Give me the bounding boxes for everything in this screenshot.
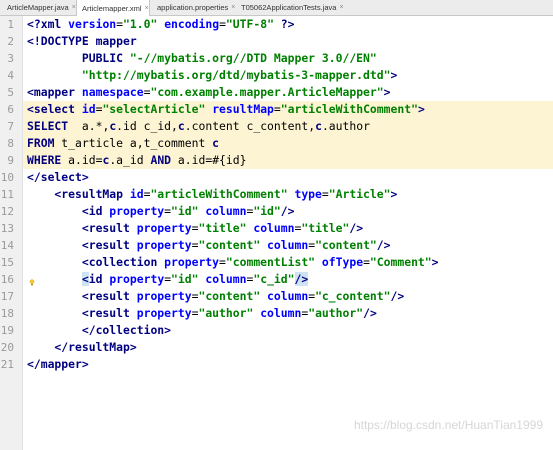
code-line-7: SELECT a.*,c.id c_id,c.content c_content… [27, 119, 370, 133]
code-line-5: <mapper namespace="com.example.mapper.Ar… [27, 85, 391, 99]
tab-label: ArticleMapper.java [7, 3, 69, 12]
line-number: 6 [7, 103, 14, 116]
line-number: 20 [0, 341, 14, 354]
line-number: 18 [0, 307, 14, 320]
line-number: 2 [7, 35, 14, 48]
line-number: 15 [0, 256, 14, 269]
tab-label: Articlemapper.xml [82, 3, 142, 13]
line-number: 16 [0, 273, 14, 286]
line-number: 11 [0, 188, 14, 201]
code-line-6: <select id="selectArticle" resultMap="ar… [27, 102, 425, 116]
code-line-3: PUBLIC "-//mybatis.org//DTD Mapper 3.0//… [27, 51, 377, 65]
tab-applicationtests-java[interactable]: T05062ApplicationTests.java × [236, 0, 344, 15]
code-line-16: <id property="id" column="c_id"/> [81, 272, 309, 286]
tab-articlemapper-java[interactable]: ArticleMapper.java × [2, 0, 76, 15]
code-editor[interactable]: <?xml version="1.0" encoding="UTF-8" ?> … [23, 16, 553, 450]
close-icon[interactable]: × [145, 5, 149, 12]
line-number: 4 [7, 69, 14, 82]
line-number: 21 [0, 358, 14, 371]
code-line-11: <resultMap id="articleWithComment" type=… [27, 187, 398, 201]
tab-label: application.properties [157, 3, 229, 12]
line-number-gutter[interactable]: 1 2 3 4 5 6 7 8 9 10 11 12 13 14 15 16 1… [0, 16, 23, 450]
code-line-9: WHERE a.id=c.a_id AND a.id=#{id} [27, 153, 247, 167]
line-number: 1 [7, 18, 14, 31]
code-line-19: </collection> [27, 323, 172, 337]
line-number: 12 [0, 205, 14, 218]
line-number: 8 [7, 137, 14, 150]
watermark: https://blog.csdn.net/HuanTian1999 [353, 418, 543, 432]
code-line-12: <id property="id" column="id"/> [27, 204, 295, 218]
code-line-8: FROM t_article a,t_comment c [27, 136, 220, 150]
code-line-14: <result property="content" column="conte… [27, 238, 391, 252]
close-icon[interactable]: × [231, 4, 235, 11]
close-icon[interactable]: × [339, 4, 343, 11]
line-number: 17 [0, 290, 14, 303]
line-number: 3 [7, 52, 14, 65]
code-line-1: <?xml version="1.0" encoding="UTF-8" ?> [27, 17, 295, 31]
line-number: 5 [7, 86, 14, 99]
line-number: 7 [7, 120, 14, 133]
code-line-21: </mapper> [27, 357, 89, 371]
code-line-4: "http://mybatis.org/dtd/mybatis-3-mapper… [27, 68, 398, 82]
tab-label: T05062ApplicationTests.java [241, 3, 337, 12]
tab-application-properties[interactable]: application.properties × [152, 0, 235, 15]
line-number: 19 [0, 324, 14, 337]
line-number: 9 [7, 154, 14, 167]
code-line-13: <result property="title" column="title"/… [27, 221, 364, 235]
editor-tab-bar: ArticleMapper.java × Articlemapper.xml ×… [0, 0, 553, 16]
code-line-15: <collection property="commentList" ofTyp… [27, 255, 439, 269]
code-line-2: <!DOCTYPE mapper [27, 34, 137, 48]
line-number: 14 [0, 239, 14, 252]
tab-articlemapper-xml[interactable]: Articlemapper.xml × [76, 0, 150, 16]
line-number: 10 [0, 171, 14, 184]
line-number: 13 [0, 222, 14, 235]
code-line-20: </resultMap> [27, 340, 137, 354]
code-line-10: </select> [27, 170, 89, 184]
code-line-18: <result property="author" column="author… [27, 306, 377, 320]
code-line-17: <result property="content" column="c_con… [27, 289, 405, 303]
